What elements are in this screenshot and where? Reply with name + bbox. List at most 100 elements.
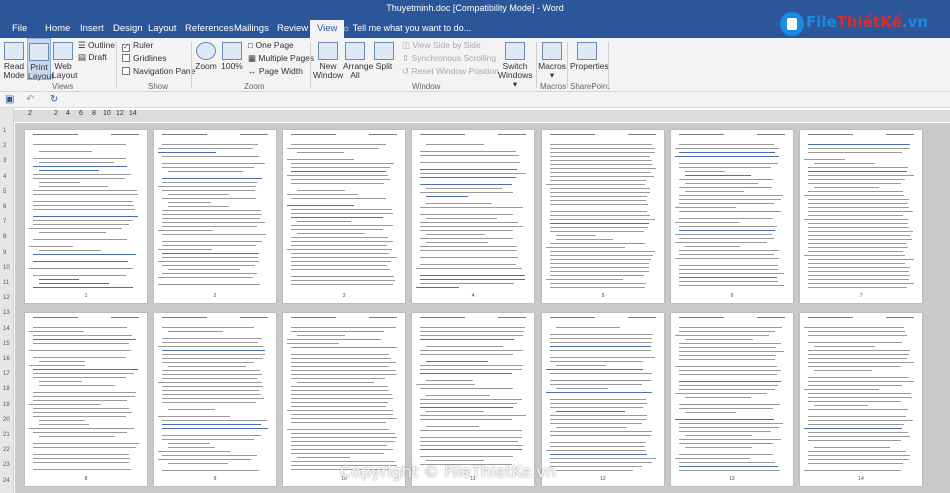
one-page-button[interactable]: □ One Page (248, 40, 294, 50)
switch-windows-icon (505, 42, 525, 60)
page-number: 14 (858, 476, 864, 482)
page-number: 7 (859, 293, 863, 299)
new-window-button[interactable]: New Window (313, 42, 343, 80)
page-number: 12 (600, 476, 606, 482)
page-width-button[interactable]: ↔ Page Width (248, 66, 303, 76)
new-window-icon (318, 42, 338, 60)
page-thumbnail[interactable]: 3 (283, 130, 405, 303)
tab-review[interactable]: Review (277, 20, 308, 38)
page-thumbnail[interactable]: 4 (412, 130, 534, 303)
page-number: 3 (342, 293, 346, 299)
draft-icon: ▤ (78, 52, 89, 62)
vertical-ruler-number: 12 (3, 295, 10, 302)
page-thumbnail[interactable]: 9 (154, 313, 276, 486)
reset-window-position-button[interactable]: ↺ Reset Window Position (402, 66, 499, 77)
save-icon[interactable]: ▣ (5, 94, 14, 105)
zoom-group-label: Zoom (244, 82, 265, 91)
macros-icon (542, 42, 562, 60)
document-workspace[interactable]: 1 2 3 4 5 6 7 8 9 10 11 12 13 14 (15, 123, 950, 493)
zoom-100-button[interactable]: 100% (220, 42, 244, 71)
tab-references[interactable]: References (185, 20, 234, 38)
arrange-all-icon (345, 42, 365, 60)
vertical-ruler-number: 5 (3, 188, 7, 195)
print-layout-icon (29, 43, 49, 61)
synchronous-scrolling-button[interactable]: ⇕ Synchronous Scrolling (402, 53, 496, 64)
page-thumbnail[interactable]: 10 (283, 313, 405, 486)
vertical-ruler-number: 11 (3, 280, 10, 286)
multiple-pages-button[interactable]: ▦ Multiple Pages (248, 53, 314, 64)
gridlines-checkbox[interactable]: Gridlines (122, 53, 167, 63)
redo-icon[interactable]: ↻ (50, 94, 58, 105)
undo-icon[interactable]: ↶ (26, 94, 34, 105)
tab-mailings[interactable]: Mailings (234, 20, 269, 38)
print-layout-button[interactable]: Print Layout (27, 38, 54, 81)
draft-button[interactable]: ▤ Draft (78, 52, 107, 63)
horizontal-ruler[interactable]: 2 2 4 6 8 10 12 14 (14, 110, 950, 122)
vertical-ruler-number: 4 (3, 173, 7, 180)
side-by-side-icon: ◫ (402, 40, 413, 50)
page-thumbnail[interactable]: 13 (671, 313, 793, 486)
outline-icon: ☰ (78, 40, 88, 50)
page-number: 4 (471, 293, 475, 299)
logo-mark-icon (780, 12, 804, 36)
page-thumbnail[interactable]: 2 (154, 130, 276, 303)
tell-me-search[interactable]: ☼ Tell me what you want to do... (342, 23, 471, 33)
macros-button[interactable]: Macros ▾ (538, 42, 566, 80)
vertical-ruler-number: 17 (3, 371, 10, 378)
page-thumbnail[interactable]: 7 (800, 130, 922, 303)
ribbon: Read Mode Print Layout Web Layout ☰ Outl… (0, 38, 950, 92)
tab-layout[interactable]: Layout (148, 20, 177, 38)
page-thumbnail[interactable]: 8 (25, 313, 147, 486)
vertical-ruler-number: 8 (3, 234, 7, 241)
properties-button[interactable]: Properties (570, 42, 609, 71)
page-thumbnail[interactable]: 1 (25, 130, 147, 303)
magnifier-icon (196, 42, 216, 60)
page-number: 1 (84, 293, 88, 299)
properties-icon (577, 42, 597, 60)
tab-view[interactable]: View (310, 20, 345, 38)
vertical-ruler-number: 9 (3, 249, 7, 256)
page-width-icon: ↔ (248, 66, 259, 76)
vertical-ruler-number: 24 (3, 477, 10, 484)
page-thumbnail[interactable]: 6 (671, 130, 793, 303)
outline-button[interactable]: ☰ Outline (78, 40, 115, 51)
zoom-button[interactable]: Zoom (194, 42, 218, 71)
vertical-ruler-number: 18 (3, 386, 10, 393)
split-button[interactable]: Split (372, 42, 396, 71)
vertical-ruler-number: 19 (3, 401, 10, 408)
switch-windows-button[interactable]: Switch Windows ▾ (498, 42, 532, 89)
page-number: 9 (213, 476, 217, 482)
logo-text: FileThiếtKế.vn (806, 13, 929, 31)
navigation-pane-checkbox[interactable]: Navigation Pane (122, 66, 195, 76)
vertical-ruler-number: 6 (3, 204, 7, 210)
web-layout-icon (53, 42, 73, 60)
show-group-label: Show (148, 82, 169, 91)
page-number: 2 (213, 293, 217, 299)
vertical-ruler-number: 22 (3, 447, 10, 454)
chevron-down-icon: ▾ (549, 70, 555, 80)
window-group-label: Window (412, 82, 441, 91)
page-thumbnail[interactable]: 14 (800, 313, 922, 486)
page-thumbnail[interactable]: 11 (412, 313, 534, 486)
read-mode-button[interactable]: Read Mode (3, 42, 25, 80)
vertical-ruler-number: 13 (3, 310, 10, 317)
one-page-icon: □ (248, 40, 256, 50)
page-thumbnail[interactable]: 5 (542, 130, 664, 303)
tab-file[interactable]: File (12, 20, 27, 38)
view-side-by-side-button[interactable]: ◫ View Side by Side (402, 40, 481, 51)
vertical-ruler-number: 10 (3, 264, 10, 271)
web-layout-button[interactable]: Web Layout (52, 42, 78, 80)
macros-group-label: Macros (540, 82, 567, 91)
page-thumbnail[interactable]: 12 (542, 313, 664, 486)
vertical-ruler-number: 1 (3, 128, 7, 134)
vertical-ruler[interactable]: 1 2 3 4 5 6 7 8 9 10 11 12 13 14 15 16 17 18 19 20 21 22 23 24 (0, 108, 14, 493)
page-number: 13 (729, 476, 735, 482)
ruler-checkbox[interactable]: ✓ Ruler (122, 40, 153, 52)
page-number: 8 (84, 476, 88, 482)
tab-design[interactable]: Design (113, 20, 143, 38)
arrange-all-button[interactable]: Arrange All (343, 42, 373, 80)
page-number: 6 (730, 293, 734, 299)
chevron-down-icon: ▾ (512, 79, 518, 89)
tab-home[interactable]: Home (45, 20, 70, 38)
tab-insert[interactable]: Insert (80, 20, 104, 38)
